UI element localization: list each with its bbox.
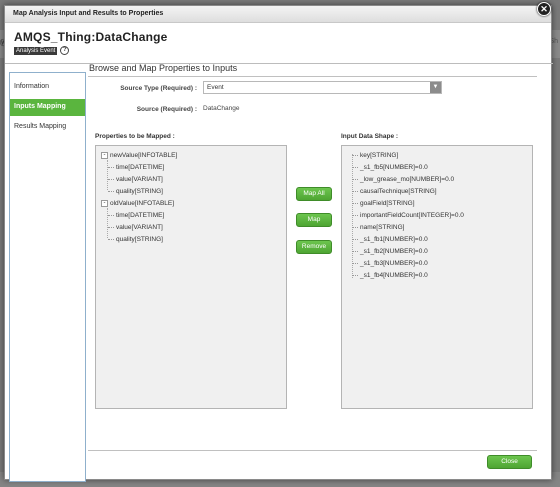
chevron-down-icon[interactable]: ▼ bbox=[430, 82, 441, 93]
source-type-select[interactable]: Event ▼ bbox=[203, 81, 442, 94]
collapse-icon[interactable]: - bbox=[101, 152, 108, 159]
tree-leaf[interactable]: value[VARIANT] bbox=[108, 224, 163, 231]
list-item[interactable]: key[STRING] bbox=[352, 152, 398, 159]
list-item-label: name[STRING] bbox=[360, 224, 405, 231]
map-analysis-dialog: Map Analysis Input and Results to Proper… bbox=[4, 5, 553, 482]
sidebar: Information Inputs Mapping Results Mappi… bbox=[9, 72, 86, 482]
section-divider bbox=[88, 76, 537, 77]
tree-node-label: newValue[INFOTABLE] bbox=[110, 152, 178, 160]
list-item-label: causalTechnique[STRING] bbox=[360, 188, 437, 195]
list-item[interactable]: goalField[STRING] bbox=[352, 200, 415, 207]
tree-leaf[interactable]: quality[STRING] bbox=[108, 188, 163, 195]
properties-tree[interactable]: - newValue[INFOTABLE] time[DATETIME] valu… bbox=[95, 145, 287, 409]
list-item[interactable]: _s1_fb5[NUMBER]=0.0 bbox=[352, 164, 428, 171]
sidebar-item-inputs-mapping[interactable]: Inputs Mapping bbox=[10, 99, 85, 116]
list-item-label: key[STRING] bbox=[360, 152, 399, 159]
help-icon[interactable]: ? bbox=[60, 46, 70, 55]
list-item-label: importantFieldCount[INTEGER]=0.0 bbox=[360, 212, 464, 219]
tree-leaf[interactable]: value[VARIANT] bbox=[108, 176, 163, 183]
list-item[interactable]: name[STRING] bbox=[352, 224, 404, 231]
list-item-label: _s1_fb2[NUMBER]=0.0 bbox=[360, 248, 428, 255]
source-type-label: Source Type (Required) : bbox=[120, 85, 197, 92]
sidebar-item-information[interactable]: Information bbox=[10, 79, 85, 96]
close-icon[interactable]: ✕ bbox=[537, 2, 551, 16]
close-button[interactable]: Close bbox=[487, 455, 532, 469]
collapse-icon[interactable]: - bbox=[101, 200, 108, 207]
thing-title: AMQS_Thing:DataChange bbox=[14, 30, 168, 44]
list-item-label: _low_grease_mo[NUMBER]=0.0 bbox=[360, 176, 455, 183]
list-item[interactable]: _s1_fb1[NUMBER]=0.0 bbox=[352, 236, 428, 243]
list-item[interactable]: _s1_fb4[NUMBER]=0.0 bbox=[352, 272, 428, 279]
source-label: Source (Required) : bbox=[136, 106, 197, 113]
source-type-value: Event bbox=[207, 84, 224, 91]
dialog-title: Map Analysis Input and Results to Proper… bbox=[5, 6, 551, 23]
list-item[interactable]: _low_grease_mo[NUMBER]=0.0 bbox=[352, 176, 454, 183]
tree-leaf[interactable]: time[DATETIME] bbox=[108, 164, 164, 171]
dialog-header: AMQS_Thing:DataChange Analysis Event ? bbox=[14, 30, 168, 55]
header-divider bbox=[5, 63, 553, 64]
tree-node-label: oldValue[INFOTABLE] bbox=[110, 200, 175, 208]
source-value: DataChange bbox=[203, 105, 240, 112]
footer-divider bbox=[88, 450, 537, 451]
list-item[interactable]: _s1_fb2[NUMBER]=0.0 bbox=[352, 248, 428, 255]
sidebar-item-results-mapping[interactable]: Results Mapping bbox=[10, 119, 85, 136]
tree-leaf-label: time[DATETIME] bbox=[116, 164, 165, 171]
list-item-label: _s1_fb5[NUMBER]=0.0 bbox=[360, 164, 428, 171]
analysis-event-badge: Analysis Event bbox=[14, 46, 58, 55]
tree-leaf-label: value[VARIANT] bbox=[116, 176, 163, 183]
list-item[interactable]: causalTechnique[STRING] bbox=[352, 188, 437, 195]
remove-button[interactable]: Remove bbox=[296, 240, 332, 254]
properties-panel-label: Properties to be Mapped : bbox=[95, 133, 175, 140]
map-all-button[interactable]: Map All bbox=[296, 187, 332, 201]
tree-node-oldvalue[interactable]: - oldValue[INFOTABLE] bbox=[101, 200, 174, 207]
section-title: Browse and Map Properties to Inputs bbox=[89, 63, 238, 73]
tree-leaf-label: value[VARIANT] bbox=[116, 224, 163, 231]
tree-leaf[interactable]: time[DATETIME] bbox=[108, 212, 164, 219]
list-item-label: _s1_fb1[NUMBER]=0.0 bbox=[360, 236, 428, 243]
list-item-label: _s1_fb3[NUMBER]=0.0 bbox=[360, 260, 428, 267]
list-item-label: goalField[STRING] bbox=[360, 200, 415, 207]
tree-leaf-label: quality[STRING] bbox=[116, 236, 163, 243]
tree-leaf-label: time[DATETIME] bbox=[116, 212, 165, 219]
list-item[interactable]: _s1_fb3[NUMBER]=0.0 bbox=[352, 260, 428, 267]
map-button[interactable]: Map bbox=[296, 213, 332, 227]
tree-leaf-label: quality[STRING] bbox=[116, 188, 163, 195]
tree-node-newvalue[interactable]: - newValue[INFOTABLE] bbox=[101, 152, 177, 159]
input-shape-panel-label: Input Data Shape : bbox=[341, 133, 399, 140]
tree-leaf[interactable]: quality[STRING] bbox=[108, 236, 163, 243]
input-shape-list[interactable]: key[STRING] _s1_fb5[NUMBER]=0.0 _low_gre… bbox=[341, 145, 533, 409]
list-item[interactable]: importantFieldCount[INTEGER]=0.0 bbox=[352, 212, 464, 219]
list-item-label: _s1_fb4[NUMBER]=0.0 bbox=[360, 272, 428, 279]
